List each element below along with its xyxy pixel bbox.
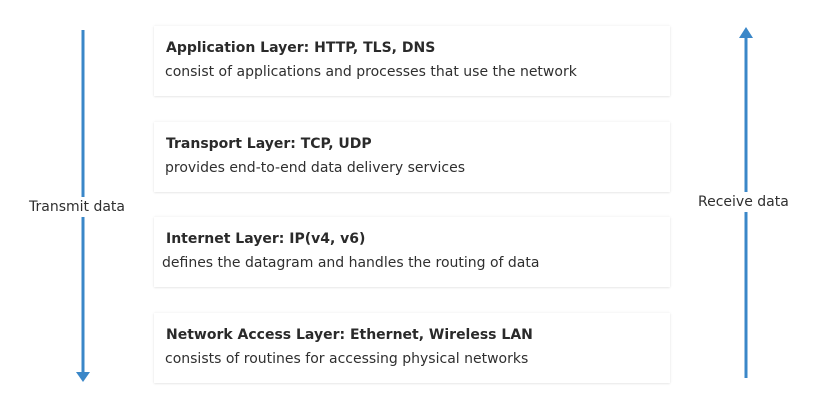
network-access-layer-box: Network Access Layer: Ethernet, Wireless… (154, 313, 670, 383)
receive-data-label: Receive data (698, 192, 789, 212)
transmit-data-label: Transmit data (29, 197, 125, 217)
transport-layer-box: Transport Layer: TCP, UDP provides end-t… (154, 122, 670, 192)
application-layer-box: Application Layer: HTTP, TLS, DNS consis… (154, 26, 670, 96)
layer-description: consist of applications and processes th… (165, 64, 577, 80)
layer-title: Transport Layer: TCP, UDP (166, 136, 372, 152)
internet-layer-box: Internet Layer: IP(v4, v6) defines the d… (154, 217, 670, 287)
layer-description: defines the datagram and handles the rou… (162, 255, 540, 271)
layer-title: Internet Layer: IP(v4, v6) (166, 231, 366, 247)
layer-description: provides end-to-end data delivery servic… (165, 160, 466, 176)
layer-title: Application Layer: HTTP, TLS, DNS (166, 40, 436, 56)
layer-description: consists of routines for accessing physi… (165, 351, 529, 367)
layer-title: Network Access Layer: Ethernet, Wireless… (166, 327, 533, 343)
